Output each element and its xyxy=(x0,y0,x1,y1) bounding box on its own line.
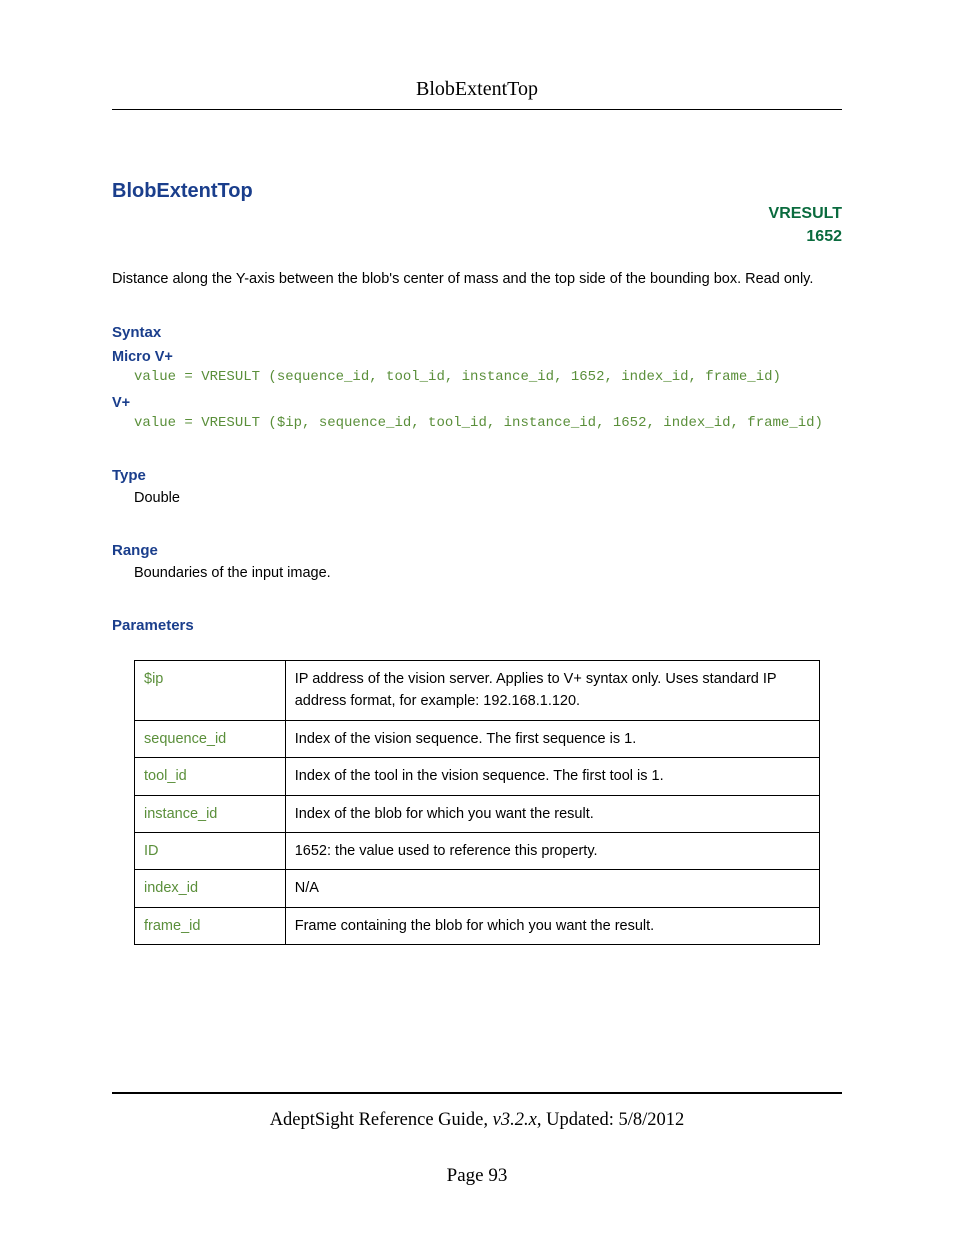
param-name: sequence_id xyxy=(135,720,286,757)
param-desc: Index of the vision sequence. The first … xyxy=(285,720,819,757)
parameters-heading: Parameters xyxy=(112,617,842,634)
footer-page: Page 93 xyxy=(112,1165,842,1187)
param-desc: IP address of the vision server. Applies… xyxy=(285,660,819,720)
footer-version: , v3.2.x xyxy=(483,1110,536,1130)
table-row: tool_id Index of the tool in the vision … xyxy=(135,758,820,795)
micro-vplus-code: value = VRESULT (sequence_id, tool_id, i… xyxy=(112,369,842,385)
range-value: Boundaries of the input image. xyxy=(112,565,842,581)
param-desc: Frame containing the blob for which you … xyxy=(285,907,819,944)
table-row: index_id N/A xyxy=(135,870,820,907)
param-name: index_id xyxy=(135,870,286,907)
header-rule xyxy=(112,109,842,110)
param-desc: Index of the blob for which you want the… xyxy=(285,795,819,832)
param-desc: N/A xyxy=(285,870,819,907)
table-row: frame_id Frame containing the blob for w… xyxy=(135,907,820,944)
vresult-code: 1652 xyxy=(769,225,842,248)
type-value: Double xyxy=(112,490,842,506)
table-row: sequence_id Index of the vision sequence… xyxy=(135,720,820,757)
footer-updated: 5/8/2012 xyxy=(619,1110,685,1130)
vresult-label: VRESULT xyxy=(769,202,842,225)
vplus-code: value = VRESULT ($ip, sequence_id, tool_… xyxy=(112,415,842,431)
footer-guide-line: AdeptSight Reference Guide, v3.2.x, Upda… xyxy=(112,1110,842,1131)
param-desc: Index of the tool in the vision sequence… xyxy=(285,758,819,795)
type-heading: Type xyxy=(112,467,842,484)
table-row: $ip IP address of the vision server. App… xyxy=(135,660,820,720)
table-row: ID 1652: the value used to reference thi… xyxy=(135,832,820,869)
param-name: instance_id xyxy=(135,795,286,832)
range-heading: Range xyxy=(112,542,842,559)
table-row: instance_id Index of the blob for which … xyxy=(135,795,820,832)
parameters-table: $ip IP address of the vision server. App… xyxy=(134,660,820,946)
page-title: BlobExtentTop xyxy=(112,180,842,203)
param-name: frame_id xyxy=(135,907,286,944)
header-title: BlobExtentTop xyxy=(112,78,842,109)
vplus-label: V+ xyxy=(112,395,842,411)
page-footer: AdeptSight Reference Guide, v3.2.x, Upda… xyxy=(112,1092,842,1187)
footer-guide: AdeptSight Reference Guide xyxy=(270,1110,484,1130)
footer-page-label: Page xyxy=(447,1165,489,1186)
syntax-heading: Syntax xyxy=(112,324,842,341)
footer-updated-label: , Updated: xyxy=(537,1110,619,1130)
footer-page-num: 93 xyxy=(488,1165,507,1186)
footer-rule xyxy=(112,1092,842,1094)
param-name: tool_id xyxy=(135,758,286,795)
param-name: $ip xyxy=(135,660,286,720)
micro-vplus-label: Micro V+ xyxy=(112,349,842,365)
param-desc: 1652: the value used to reference this p… xyxy=(285,832,819,869)
param-name: ID xyxy=(135,832,286,869)
description-text: Distance along the Y-axis between the bl… xyxy=(112,267,842,292)
vresult-badge: VRESULT 1652 xyxy=(769,202,842,248)
